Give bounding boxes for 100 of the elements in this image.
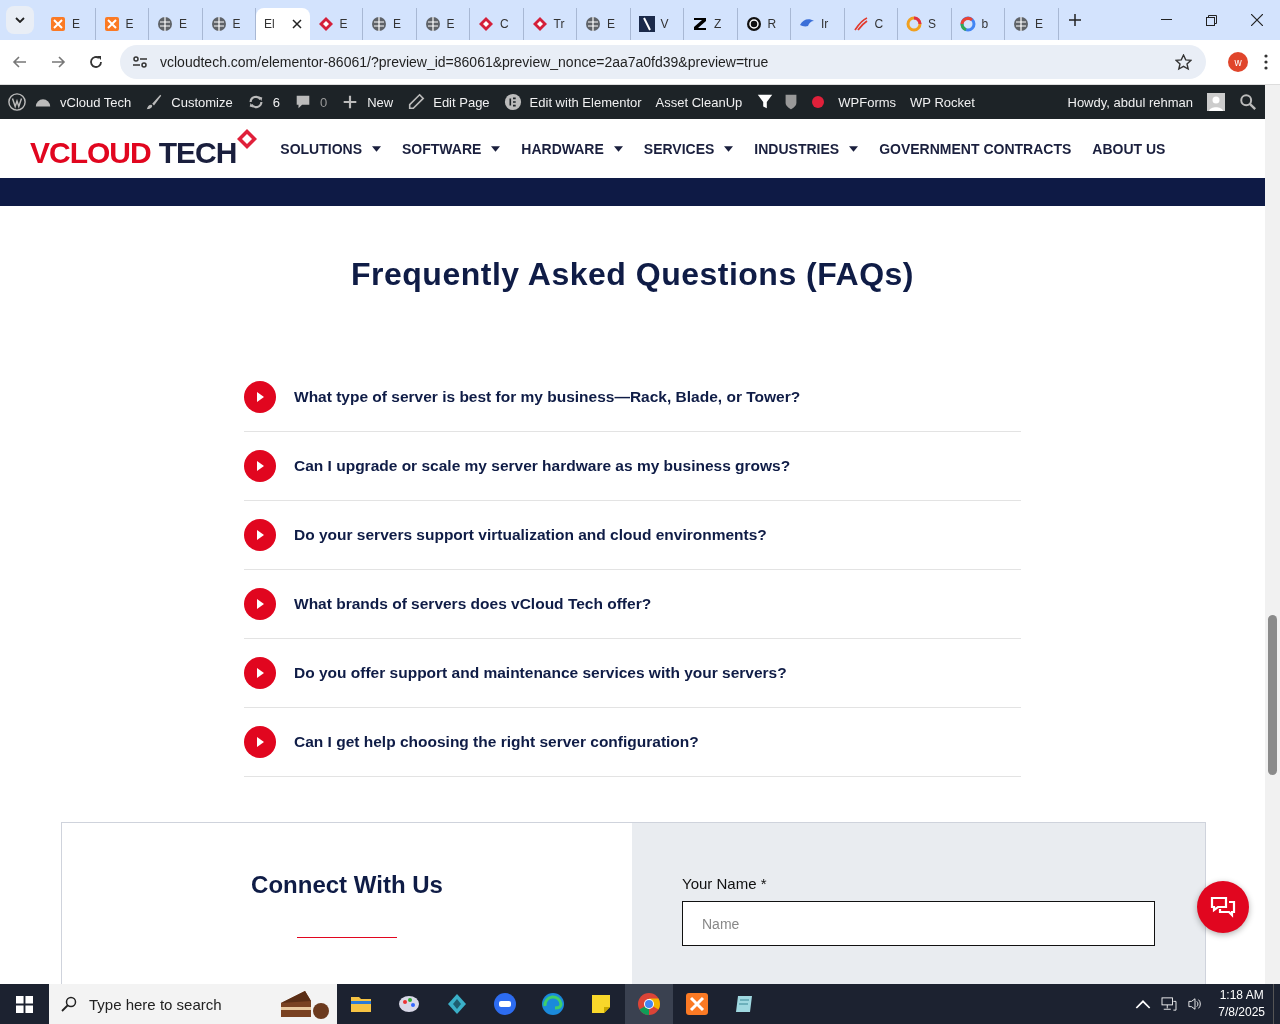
globe-icon — [424, 16, 441, 32]
new-link[interactable]: New — [367, 94, 394, 110]
clock[interactable]: 1:18 AM 7/8/2025 — [1218, 987, 1265, 1021]
globe-icon — [585, 16, 601, 32]
search-icon[interactable] — [1239, 93, 1257, 111]
tab-title: E — [446, 17, 455, 31]
wordpress-logo-icon[interactable] — [8, 93, 26, 111]
ring-icon — [745, 16, 762, 32]
updates-count[interactable]: 6 — [272, 94, 280, 110]
nav-link[interactable]: ABOUT US — [1092, 140, 1166, 157]
name-label: Your Name * — [682, 875, 768, 892]
z-letter-icon — [692, 16, 708, 32]
name-field[interactable]: Name — [682, 901, 1155, 946]
nav-link[interactable]: SOLUTIONS — [280, 140, 381, 157]
section-title: Frequently Asked Questions (FAQs) — [350, 256, 915, 293]
faq-question: What brands of servers does vCloud Tech offer? — [294, 595, 652, 613]
nav-link[interactable]: HARDWARE — [521, 140, 623, 157]
tab-title: S — [928, 17, 936, 31]
faq-question: What type of server is best for my business—Rack, Blade, or Tower? — [294, 388, 801, 406]
chrome-browser-icon — [637, 992, 661, 1016]
tab-title: C — [500, 17, 509, 31]
nav-link[interactable]: SERVICES — [643, 140, 734, 157]
tab-title: E — [1035, 17, 1043, 31]
tab-title: E — [232, 17, 241, 31]
profile-avatar[interactable]: w — [1228, 52, 1248, 72]
reload-icon[interactable] — [88, 54, 104, 70]
more-menu-icon[interactable] — [1264, 54, 1268, 70]
nav-link[interactable]: SOFTWARE — [402, 140, 501, 157]
user-avatar-icon — [1207, 93, 1225, 111]
restore-icon[interactable] — [1206, 14, 1217, 26]
xampp-icon[interactable] — [685, 992, 709, 1016]
logo[interactable]: VCLOUD TECH — [30, 127, 259, 170]
tab-title: E — [393, 17, 401, 31]
faq-question: Do your servers support virtualization and cloud environments? — [294, 526, 767, 544]
caret-icon — [724, 145, 734, 152]
faq-item[interactable]: Do your servers support virtualization and cloud environments? — [244, 501, 1021, 570]
tab-title: C — [874, 17, 884, 31]
scrollbar[interactable] — [1265, 85, 1280, 984]
google-icon — [959, 16, 976, 32]
chrome-taskbar-button[interactable] — [625, 984, 673, 1024]
diamond-icon — [236, 127, 259, 150]
chat-icon — [1210, 896, 1236, 918]
asset-cleanup-link[interactable]: Asset CleanUp — [655, 94, 743, 110]
zoom-app-icon[interactable] — [493, 992, 517, 1016]
nav-link[interactable]: GOVERNMENT CONTRACTS — [879, 140, 1072, 157]
faq-item[interactable]: Do you offer support and maintenance services with your servers? — [244, 639, 1021, 708]
wp-rocket-link[interactable]: WP Rocket — [910, 94, 975, 110]
faq-item[interactable]: What brands of servers does vCloud Tech offer? — [244, 570, 1021, 639]
chevron-down-icon — [15, 17, 25, 23]
site-link[interactable]: vCloud Tech — [60, 94, 132, 110]
tab-title: V — [660, 17, 669, 31]
faq-item[interactable]: Can I upgrade or scale my server hardware as my business grows? — [244, 432, 1021, 501]
edge-browser-icon[interactable] — [541, 992, 565, 1016]
comments-count[interactable]: 0 — [319, 94, 328, 110]
faq-item[interactable]: What type of server is best for my business—Rack, Blade, or Tower? — [244, 363, 1021, 432]
globe-icon — [1013, 16, 1029, 32]
tab-title: R — [767, 17, 777, 31]
globe-icon — [371, 16, 387, 32]
close-icon[interactable] — [1251, 14, 1263, 26]
sticky-notes-icon[interactable] — [589, 992, 613, 1016]
caret-icon — [491, 145, 501, 152]
caret-icon — [849, 145, 859, 152]
connect-title: Connect With Us — [251, 871, 443, 899]
elementor-icon — [503, 93, 522, 111]
account-greeting[interactable]: Howdy, abdul rehman — [1067, 94, 1193, 110]
wpforms-link[interactable]: WPForms — [838, 94, 897, 110]
tab-title: Tr — [553, 17, 565, 31]
diamond-app-icon[interactable] — [445, 992, 469, 1016]
caret-icon — [613, 145, 623, 152]
tab-title: Ir — [821, 17, 829, 31]
slash-icon — [638, 16, 655, 32]
edit-with-elementor-link[interactable]: Edit with Elementor — [529, 94, 642, 110]
close-icon[interactable] — [291, 19, 302, 29]
windows-start-icon[interactable] — [16, 995, 33, 1013]
tab-title: E — [125, 17, 134, 31]
back-icon[interactable] — [12, 54, 28, 70]
tab-title: E — [607, 17, 615, 31]
diamond-icon — [478, 16, 494, 32]
minimize-icon[interactable] — [1161, 19, 1172, 21]
site-settings-icon[interactable] — [132, 54, 148, 70]
faq-item[interactable]: Can I get help choosing the right server configuration? — [244, 708, 1021, 777]
taskbar-search-field[interactable]: Type here to search — [49, 984, 337, 1024]
bookmark-star-icon[interactable] — [1175, 53, 1192, 71]
new-tab-icon[interactable] — [1068, 14, 1081, 26]
funnel-icon[interactable] — [756, 93, 775, 111]
xampp-icon — [50, 16, 66, 32]
diamond-icon — [317, 16, 334, 32]
tab-search-button[interactable] — [6, 6, 34, 34]
chat-button[interactable] — [1197, 881, 1249, 933]
speaker-icon[interactable] — [1187, 997, 1204, 1011]
xampp-icon — [103, 16, 120, 32]
tab-title: Z — [714, 17, 722, 31]
network-icon[interactable] — [1161, 997, 1178, 1011]
edit-page-link[interactable]: Edit Page — [433, 94, 490, 110]
address-field[interactable]: vcloudtech.com/elementor-86061/?preview_id=86061&preview_nonce=2aa7a0fd39&preview=true — [120, 45, 1206, 79]
forward-icon[interactable] — [50, 54, 66, 70]
pencil-icon — [407, 93, 426, 111]
customize-link[interactable]: Customize — [171, 94, 233, 110]
nav-link[interactable]: INDUSTRIES — [754, 140, 859, 157]
browser-tab[interactable]: El — [256, 8, 310, 40]
